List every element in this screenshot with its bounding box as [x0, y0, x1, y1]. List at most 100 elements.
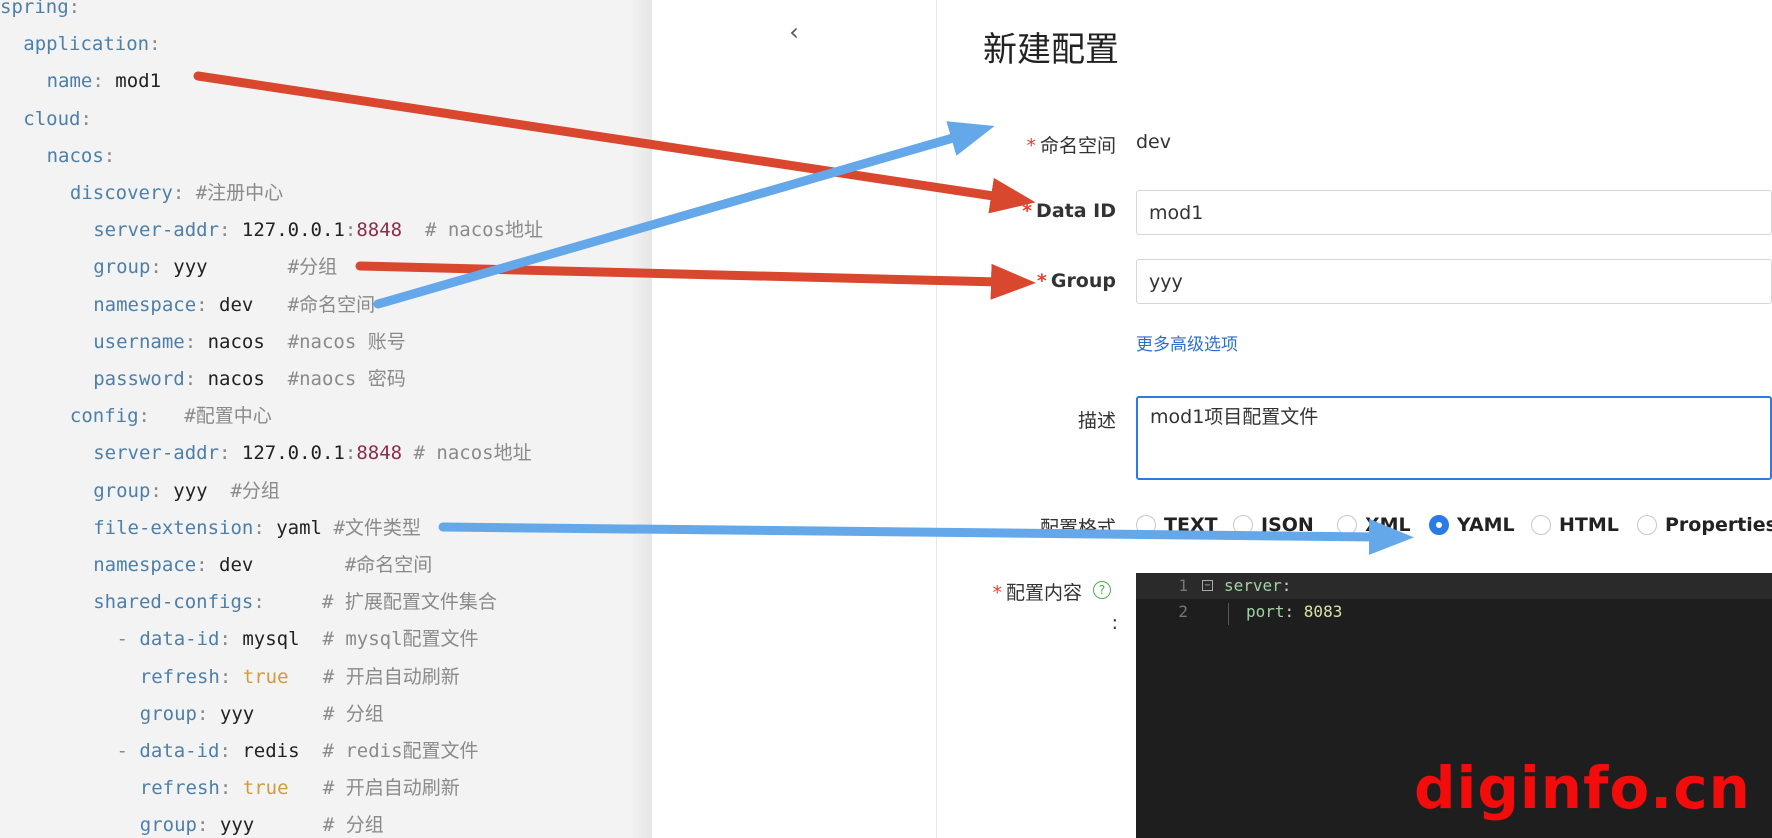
- radio-dot: [1233, 515, 1253, 535]
- yaml-token: 127.0.0.1: [241, 219, 345, 242]
- editor-line-text: server:: [1224, 573, 1291, 599]
- yaml-line: application:: [23, 26, 160, 63]
- yaml-token: :: [80, 107, 92, 130]
- namespace-value: dev: [1136, 131, 1171, 153]
- data-id-label: * Data ID: [1022, 200, 1116, 222]
- yaml-token: application: [23, 33, 150, 56]
- yaml-token: discovery: [69, 182, 173, 204]
- yaml-token: group: [139, 814, 197, 837]
- yaml-separator: :: [1284, 602, 1304, 621]
- yaml-line: server-addr: 127.0.0.1:8848 # nacos地址: [93, 435, 531, 472]
- yaml-token: :: [92, 70, 116, 93]
- yaml-token: -: [116, 740, 140, 762]
- question-circle-icon[interactable]: ?: [1093, 581, 1111, 599]
- format-radio-properties[interactable]: Properties: [1637, 512, 1772, 538]
- yaml-token: #命名空间: [253, 293, 376, 316]
- yaml-token: :: [253, 591, 265, 614]
- yaml-token: mysql: [242, 628, 300, 651]
- radio-label: JSON: [1261, 514, 1314, 536]
- yaml-token: :: [219, 219, 242, 242]
- yaml-token: :: [184, 368, 208, 390]
- yaml-line: name: mod1: [47, 63, 161, 100]
- yaml-token: # 开启自动刷新: [288, 777, 460, 800]
- yaml-line: - data-id: mysql # mysql配置文件: [117, 621, 479, 658]
- yaml-token: :: [172, 182, 196, 204]
- yaml-token: true: [242, 777, 289, 800]
- watermark: diginfo.cn: [1414, 754, 1751, 822]
- yaml-token: #注册中心: [195, 182, 284, 204]
- yaml-token: yaml: [276, 516, 322, 539]
- advanced-options-link[interactable]: 更多高级选项: [1136, 330, 1238, 355]
- namespace-label: * 命名空间: [1026, 135, 1116, 157]
- yaml-line: - data-id: redis # redis配置文件: [117, 733, 479, 770]
- yaml-token: :: [138, 405, 150, 428]
- group-input[interactable]: [1136, 259, 1772, 304]
- radio-label: YAML: [1457, 514, 1515, 536]
- yaml-token: :: [197, 702, 220, 725]
- yaml-token: yyy: [219, 702, 255, 725]
- yaml-token: # 开启自动刷新: [288, 665, 460, 688]
- radio-dot: [1531, 515, 1551, 535]
- radio-dot: [1136, 515, 1156, 535]
- yaml-token: group: [93, 479, 151, 502]
- yaml-line: shared-configs: # 扩展配置文件集合: [93, 584, 497, 621]
- radio-label: TEXT: [1164, 514, 1218, 536]
- yaml-token: :: [197, 814, 220, 837]
- sidebar-divider: [936, 0, 937, 838]
- yaml-token: redis: [242, 740, 300, 762]
- yaml-token: file-extension: [93, 516, 254, 539]
- chevron-left-icon[interactable]: ‹: [780, 18, 808, 46]
- yaml-line: group: yyy #分组: [93, 473, 280, 510]
- yaml-token: data-id: [139, 628, 220, 651]
- yaml-separator: :: [1281, 576, 1292, 595]
- yaml-token: nacos: [207, 330, 265, 353]
- yaml-token: :: [253, 516, 277, 539]
- yaml-token: :: [219, 740, 243, 762]
- yaml-token: yyy: [219, 814, 255, 837]
- format-label: 配置格式: [1039, 517, 1116, 539]
- line-number: 1: [1178, 576, 1188, 595]
- yaml-token: #分组: [207, 479, 280, 502]
- data-id-input[interactable]: [1136, 190, 1772, 235]
- format-radio-json[interactable]: JSON: [1233, 512, 1314, 538]
- yaml-line: file-extension: yaml #文件类型: [93, 510, 421, 547]
- format-radio-html[interactable]: HTML: [1531, 512, 1619, 538]
- page-title: 新建配置: [983, 30, 1119, 70]
- yaml-token: 8848: [356, 219, 403, 242]
- yaml-value: 8083: [1303, 602, 1343, 621]
- yaml-token: nacos: [46, 144, 104, 167]
- yaml-token: :: [196, 554, 220, 576]
- yaml-line: password: nacos #naocs 密码: [93, 361, 406, 398]
- group-label: * Group: [1036, 270, 1116, 292]
- fold-toggle-icon[interactable]: −: [1202, 580, 1213, 591]
- yaml-token: :: [219, 628, 243, 651]
- yaml-token: :: [219, 777, 243, 800]
- yaml-token: :: [219, 665, 243, 688]
- format-radio-yaml[interactable]: YAML: [1429, 512, 1515, 538]
- yaml-token: group: [93, 256, 151, 279]
- format-radio-xml[interactable]: XML: [1337, 512, 1411, 538]
- yaml-token: #nacos 账号: [264, 330, 406, 353]
- yaml-line: cloud:: [23, 101, 92, 138]
- description-textarea[interactable]: mod1项目配置文件: [1136, 396, 1772, 480]
- yaml-token: server-addr: [93, 442, 220, 465]
- radio-dot: [1337, 515, 1357, 535]
- format-radio-text[interactable]: TEXT: [1136, 512, 1218, 538]
- yaml-code-panel: spring: application: name: mod1 cloud: nacos…: [0, 0, 652, 838]
- yaml-token: namespace: [93, 293, 197, 316]
- yaml-line: namespace: dev #命名空间: [93, 287, 375, 324]
- yaml-token: # nacos地址: [402, 219, 544, 242]
- radio-dot: [1637, 515, 1657, 535]
- yaml-line: group: yyy # 分组: [140, 696, 384, 733]
- line-number: 2: [1178, 602, 1188, 621]
- yaml-token: password: [93, 368, 185, 390]
- yaml-line: refresh: true # 开启自动刷新: [140, 770, 460, 807]
- yaml-line: nacos:: [47, 138, 116, 175]
- yaml-line: config: #配置中心: [70, 398, 272, 435]
- yaml-token: dev: [219, 554, 254, 576]
- yaml-token: #分组: [207, 256, 338, 279]
- editor-line: 2 port: 8083: [1136, 599, 1772, 625]
- yaml-token: config: [69, 405, 139, 428]
- yaml-token: # 分组: [254, 814, 384, 837]
- editor-line: 1 − server:: [1136, 573, 1772, 599]
